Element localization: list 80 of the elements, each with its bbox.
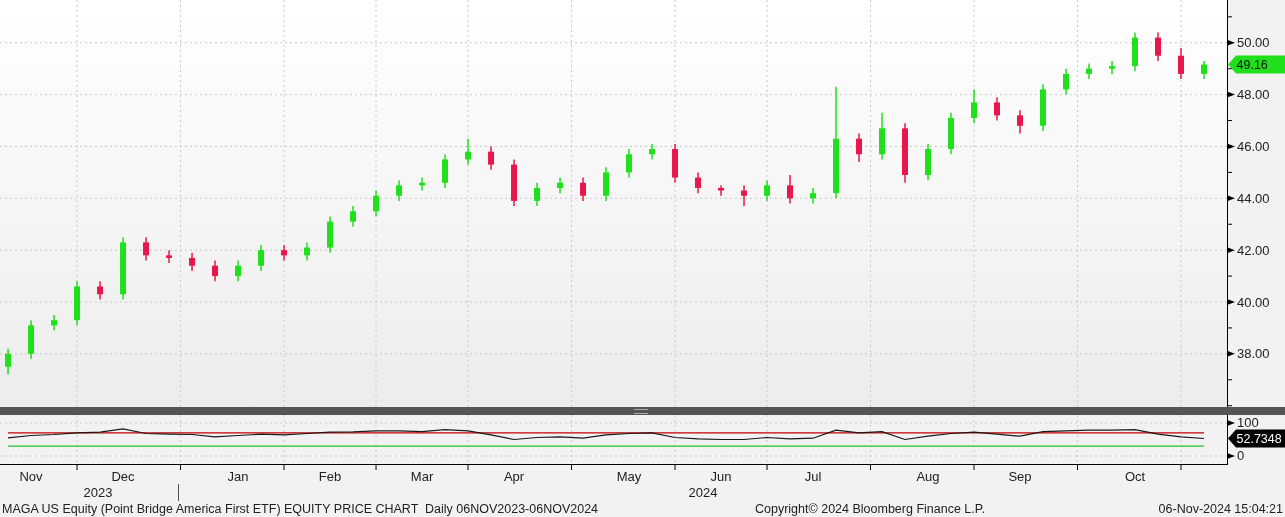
candle xyxy=(1017,109,1023,135)
candle xyxy=(534,182,541,207)
month-label: Dec xyxy=(111,469,135,484)
candle xyxy=(28,319,35,360)
month-label: Nov xyxy=(19,469,43,484)
candle xyxy=(350,205,357,228)
candle xyxy=(419,176,426,192)
candle xyxy=(672,143,678,184)
month-label: Jun xyxy=(710,469,732,484)
chart-title: MAGA US Equity (Point Bridge America First ETF) EQUITY PRICE CHART Daily 06NOV2023-06NOV2024 xyxy=(2,502,600,516)
axis-label: 100 xyxy=(1237,415,1259,431)
candle xyxy=(810,187,816,205)
candle xyxy=(1201,60,1207,80)
candle xyxy=(1132,31,1138,73)
month-label: Jul xyxy=(804,469,822,484)
candle xyxy=(580,176,587,202)
candle xyxy=(97,280,104,301)
candle xyxy=(994,96,1000,122)
candle xyxy=(511,158,518,207)
candle xyxy=(626,148,632,179)
axis-label: 0 xyxy=(1237,448,1245,464)
candle xyxy=(212,259,219,282)
candle xyxy=(396,179,403,202)
candle xyxy=(557,176,564,194)
candle xyxy=(442,153,449,189)
candle xyxy=(856,132,862,163)
candle xyxy=(695,171,701,194)
candle xyxy=(5,347,12,376)
candle xyxy=(764,179,770,202)
candle xyxy=(74,280,81,327)
month-label: Mar xyxy=(410,469,434,484)
candle xyxy=(1086,62,1092,80)
axis-label: 50.00 xyxy=(1237,35,1270,51)
axis-label: 46.00 xyxy=(1237,138,1270,154)
candle xyxy=(902,122,908,184)
month-label: May xyxy=(616,469,642,484)
resize-handle[interactable] xyxy=(634,409,648,414)
candle xyxy=(603,166,610,202)
candle xyxy=(51,314,58,332)
candle xyxy=(971,88,977,124)
axis-label: 40.00 xyxy=(1237,294,1270,310)
candle xyxy=(741,184,747,207)
year-label: 2023 xyxy=(83,485,113,500)
candle xyxy=(1040,83,1046,132)
axis-label: 38.00 xyxy=(1237,346,1270,362)
copyright-text: Copyright© 2024 Bloomberg Finance L.P. xyxy=(755,502,986,516)
month-label: Apr xyxy=(503,469,525,484)
candle xyxy=(166,249,173,264)
timestamp: 06-Nov-2024 15:04:21 xyxy=(1158,502,1283,516)
axis-label: 44.00 xyxy=(1237,190,1270,206)
candle xyxy=(281,244,288,262)
candle xyxy=(1178,47,1184,80)
candle xyxy=(304,241,311,262)
candle xyxy=(925,143,931,181)
axis-label: 48.00 xyxy=(1237,87,1270,103)
candle xyxy=(143,236,150,262)
candle xyxy=(258,244,265,272)
candle xyxy=(948,112,954,155)
candle xyxy=(1063,67,1069,96)
year-label: 2024 xyxy=(688,485,718,500)
candle xyxy=(787,174,793,205)
candle xyxy=(718,184,724,197)
candle xyxy=(120,236,127,301)
candle xyxy=(189,252,196,272)
candle xyxy=(327,215,334,254)
candle xyxy=(879,112,885,161)
candle xyxy=(465,137,472,166)
month-label: Sep xyxy=(1008,469,1032,484)
candle xyxy=(235,259,242,282)
candle xyxy=(1109,60,1115,75)
month-label: Feb xyxy=(318,469,342,484)
candle xyxy=(1155,31,1161,62)
axis-label: 42.00 xyxy=(1237,242,1270,258)
month-label: Oct xyxy=(1124,469,1146,484)
candle xyxy=(649,143,655,161)
last-value-tag: 52.7348 xyxy=(1228,429,1285,448)
candle xyxy=(488,145,495,171)
month-label: Jan xyxy=(227,469,249,484)
month-label: Aug xyxy=(916,469,940,484)
candle xyxy=(373,189,380,218)
